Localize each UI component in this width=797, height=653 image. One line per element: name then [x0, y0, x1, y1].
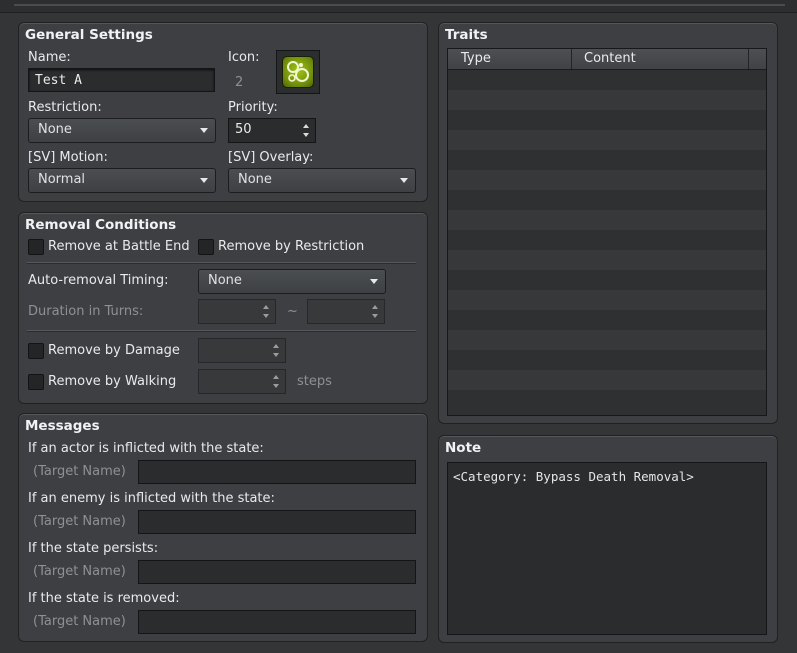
- table-row[interactable]: [448, 390, 766, 410]
- motion-value: Normal: [38, 172, 86, 187]
- remove-damage-label[interactable]: Remove by Damage: [48, 343, 180, 358]
- enemy-inflicted-message-field[interactable]: [138, 510, 416, 534]
- motion-select[interactable]: Normal: [28, 168, 216, 193]
- icon-index: 2: [235, 75, 244, 90]
- overlay-label: [SV] Overlay:: [228, 150, 314, 165]
- traits-table-header: Type Content: [448, 49, 766, 70]
- note-textarea[interactable]: <Category: Bypass Death Removal>: [447, 462, 767, 635]
- remove-restriction-checkbox[interactable]: [198, 239, 214, 255]
- actor-target-name: (Target Name): [33, 464, 126, 479]
- table-row[interactable]: [448, 90, 766, 110]
- remove-restriction-label[interactable]: Remove by Restriction: [218, 239, 364, 254]
- steps-label: steps: [297, 374, 332, 389]
- table-row[interactable]: [448, 130, 766, 150]
- table-row[interactable]: [448, 170, 766, 190]
- overlay-select[interactable]: None: [228, 168, 416, 193]
- top-bar-line: [14, 4, 785, 6]
- actor-inflicted-label: If an actor is inflicted with the state:: [28, 441, 264, 456]
- remove-walking-checkbox[interactable]: [28, 374, 44, 390]
- name-value: Test A: [35, 73, 82, 88]
- icon-label: Icon:: [228, 50, 260, 65]
- chevron-down-icon: [400, 178, 408, 183]
- auto-removal-timing-label: Auto-removal Timing:: [28, 273, 169, 288]
- walking-stepper[interactable]: [198, 369, 286, 394]
- name-field[interactable]: Test A: [28, 68, 215, 92]
- chevron-down-icon: [370, 279, 378, 284]
- general-settings-title: General Settings: [25, 27, 153, 43]
- enemy-target-name: (Target Name): [33, 514, 126, 529]
- table-row[interactable]: [448, 210, 766, 230]
- damage-stepper[interactable]: [198, 338, 286, 363]
- priority-label: Priority:: [228, 100, 278, 115]
- spin-down-icon[interactable]: [273, 353, 279, 357]
- table-row[interactable]: [448, 190, 766, 210]
- bubbles-icon: [287, 61, 309, 82]
- note-title: Note: [445, 440, 482, 456]
- spin-up-icon[interactable]: [273, 375, 279, 379]
- spin-up-icon[interactable]: [273, 344, 279, 348]
- state-icon-button[interactable]: [276, 50, 320, 94]
- spin-down-icon[interactable]: [303, 133, 309, 137]
- column-divider: [571, 49, 572, 69]
- state-removed-label: If the state is removed:: [28, 591, 180, 606]
- spin-up-icon[interactable]: [303, 124, 309, 128]
- auto-removal-timing-value: None: [208, 273, 242, 288]
- duration-label: Duration in Turns:: [28, 304, 144, 319]
- removal-conditions-title: Removal Conditions: [25, 217, 177, 233]
- chevron-down-icon: [200, 128, 208, 133]
- table-row[interactable]: [448, 330, 766, 350]
- auto-removal-timing-select[interactable]: None: [198, 269, 386, 294]
- state-persists-message-field[interactable]: [138, 560, 416, 584]
- chevron-down-icon: [200, 178, 208, 183]
- motion-label: [SV] Motion:: [28, 150, 108, 165]
- separator: [27, 262, 416, 264]
- table-row[interactable]: [448, 110, 766, 130]
- spin-down-icon[interactable]: [273, 384, 279, 388]
- restriction-value: None: [38, 122, 72, 137]
- table-row[interactable]: [448, 150, 766, 170]
- traits-title: Traits: [445, 27, 488, 43]
- overlay-value: None: [238, 172, 272, 187]
- actor-inflicted-message-field[interactable]: [138, 460, 416, 484]
- remove-battle-end-label[interactable]: Remove at Battle End: [48, 239, 190, 254]
- spin-down-icon[interactable]: [372, 314, 378, 318]
- restriction-label: Restriction:: [28, 100, 102, 115]
- name-label: Name:: [28, 50, 71, 65]
- duration-tilde: ~: [287, 304, 298, 319]
- spin-up-icon[interactable]: [372, 305, 378, 309]
- removed-target-name: (Target Name): [33, 614, 126, 629]
- persist-target-name: (Target Name): [33, 564, 126, 579]
- table-row[interactable]: [448, 270, 766, 290]
- separator: [27, 330, 416, 332]
- table-row[interactable]: [448, 70, 766, 90]
- remove-damage-checkbox[interactable]: [28, 343, 44, 359]
- table-row[interactable]: [448, 310, 766, 330]
- table-row[interactable]: [448, 250, 766, 270]
- state-removed-message-field[interactable]: [138, 610, 416, 634]
- duration-max-stepper[interactable]: [307, 299, 385, 324]
- priority-value: 50: [235, 122, 252, 137]
- restriction-select[interactable]: None: [28, 118, 216, 143]
- column-divider: [748, 49, 749, 69]
- column-content[interactable]: Content: [584, 51, 636, 66]
- messages-title: Messages: [25, 418, 100, 434]
- enemy-inflicted-label: If an enemy is inflicted with the state:: [28, 491, 275, 506]
- top-bar: [0, 0, 797, 13]
- state-icon: [282, 56, 314, 88]
- remove-walking-label[interactable]: Remove by Walking: [48, 374, 176, 389]
- table-row[interactable]: [448, 230, 766, 250]
- duration-min-stepper[interactable]: [198, 299, 276, 324]
- table-row[interactable]: [448, 350, 766, 370]
- remove-battle-end-checkbox[interactable]: [28, 239, 44, 255]
- table-row[interactable]: [448, 370, 766, 390]
- state-persists-label: If the state persists:: [28, 541, 159, 556]
- note-text: <Category: Bypass Death Removal>: [453, 469, 694, 484]
- priority-stepper[interactable]: 50: [228, 118, 316, 143]
- column-type[interactable]: Type: [461, 51, 491, 66]
- table-row[interactable]: [448, 290, 766, 310]
- spin-down-icon[interactable]: [263, 314, 269, 318]
- traits-table[interactable]: Type Content: [447, 48, 767, 416]
- spin-up-icon[interactable]: [263, 305, 269, 309]
